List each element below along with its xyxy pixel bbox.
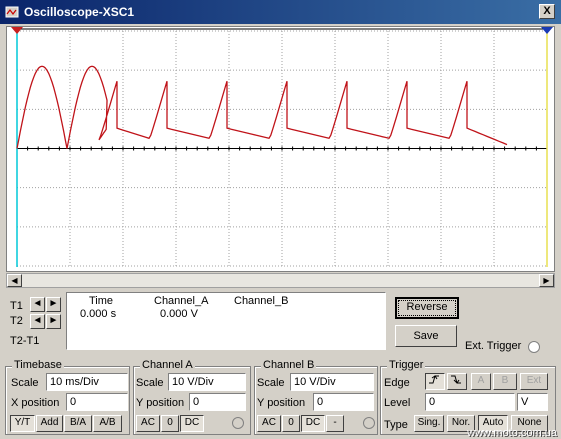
time-value: 0.000 s — [80, 308, 117, 320]
falling-edge-icon[interactable] — [447, 373, 467, 390]
type-label: Type — [384, 419, 408, 431]
channel-a-group: Channel A Scale 10 V/Div Y position 0 AC… — [133, 359, 251, 435]
ext-trigger-radio[interactable] — [528, 341, 540, 353]
t1-right-arrow-icon[interactable]: ► — [46, 297, 61, 312]
trigger-type-single-button[interactable]: Sing. — [414, 415, 444, 432]
x-position-label: X position — [11, 397, 60, 409]
t2-right-arrow-icon[interactable]: ► — [46, 314, 61, 329]
cursor-t1-marker — [11, 27, 23, 34]
trigger-title: Trigger — [387, 359, 426, 371]
timebase-scale-field[interactable]: 10 ms/Div — [46, 373, 128, 391]
channel-b-ac-button[interactable]: AC — [257, 415, 281, 432]
channel-b-radio[interactable] — [363, 417, 375, 429]
time-header: Time — [89, 295, 114, 307]
save-button[interactable]: Save — [395, 325, 457, 347]
timebase-title: Timebase — [12, 359, 64, 371]
x-position-field[interactable]: 0 — [66, 393, 128, 411]
channel-b-ypos-field[interactable]: 0 — [313, 393, 374, 411]
channel-a-scale-label: Scale — [136, 377, 164, 389]
channel-b-zero-button[interactable]: 0 — [282, 415, 300, 432]
scroll-right-icon[interactable]: ▶ — [539, 274, 554, 287]
channel-a-ypos-label: Y position — [136, 397, 185, 409]
mode-ab-button[interactable]: A/B — [93, 415, 122, 432]
mode-add-button[interactable]: Add — [36, 415, 63, 432]
window-title: Oscilloscope-XSC1 — [24, 5, 135, 19]
horizontal-scrollbar[interactable]: ◀ ▶ — [6, 273, 555, 288]
close-icon[interactable]: X — [539, 4, 555, 19]
waveform-plot — [11, 27, 553, 267]
channel-a-ac-button[interactable]: AC — [136, 415, 160, 432]
cursor-readout: Time Channel_A Channel_B 0.000 s 0.000 V — [66, 292, 386, 350]
scope-display — [6, 26, 555, 272]
trigger-level-field[interactable]: 0 — [425, 393, 515, 411]
channel-b-scale-label: Scale — [257, 377, 285, 389]
level-label: Level — [384, 397, 411, 409]
trigger-level-unit[interactable]: V — [517, 393, 548, 411]
rising-edge-icon[interactable] — [425, 373, 445, 390]
channel-a-title: Channel A — [140, 359, 195, 371]
channel-a-scale-field[interactable]: 10 V/Div — [168, 373, 246, 391]
channel-a-zero-button[interactable]: 0 — [161, 415, 179, 432]
t2-t1-label: T2-T1 — [10, 335, 40, 347]
trigger-source-ext-button[interactable]: Ext — [520, 373, 548, 390]
timebase-scale-label: Scale — [11, 377, 39, 389]
channel-a-ypos-field[interactable]: 0 — [189, 393, 246, 411]
title-bar: Oscilloscope-XSC1 X — [0, 0, 561, 24]
channel-b-header: Channel_B — [234, 295, 289, 307]
t1-label: T1 — [10, 300, 23, 312]
scroll-left-icon[interactable]: ◀ — [7, 274, 22, 287]
t1-left-arrow-icon[interactable]: ◄ — [30, 297, 45, 312]
reverse-button[interactable]: Reverse — [395, 297, 459, 319]
waveform-trace — [16, 65, 508, 149]
channel-b-dc-button[interactable]: DC — [301, 415, 325, 432]
trigger-group: Trigger Edge A B Ext Level 0 V Type Sing… — [380, 359, 556, 435]
trigger-source-a-button[interactable]: A — [471, 373, 491, 390]
channel-a-dc-button[interactable]: DC — [180, 415, 204, 432]
channel-b-scale-field[interactable]: 10 V/Div — [290, 373, 374, 391]
channel-b-ypos-label: Y position — [257, 397, 306, 409]
channel-a-radio[interactable] — [232, 417, 244, 429]
oscilloscope-icon — [5, 6, 19, 18]
channel-a-header: Channel_A — [154, 295, 209, 307]
watermark: www.moto.com.ua — [467, 427, 557, 439]
t2-label: T2 — [10, 315, 23, 327]
mode-ba-button[interactable]: B/A — [64, 415, 92, 432]
channel-b-group: Channel B Scale 10 V/Div Y position 0 AC… — [254, 359, 378, 435]
edge-label: Edge — [384, 377, 410, 389]
timebase-group: Timebase Scale 10 ms/Div X position 0 Y/… — [5, 359, 130, 435]
channel-a-value: 0.000 V — [160, 308, 198, 320]
mode-yt-button[interactable]: Y/T — [10, 415, 35, 432]
ext-trigger-label: Ext. Trigger — [465, 340, 522, 352]
channel-b-minus-button[interactable]: - — [326, 415, 344, 432]
trigger-source-b-button[interactable]: B — [493, 373, 517, 390]
t2-left-arrow-icon[interactable]: ◄ — [30, 314, 45, 329]
channel-b-title: Channel B — [261, 359, 317, 371]
